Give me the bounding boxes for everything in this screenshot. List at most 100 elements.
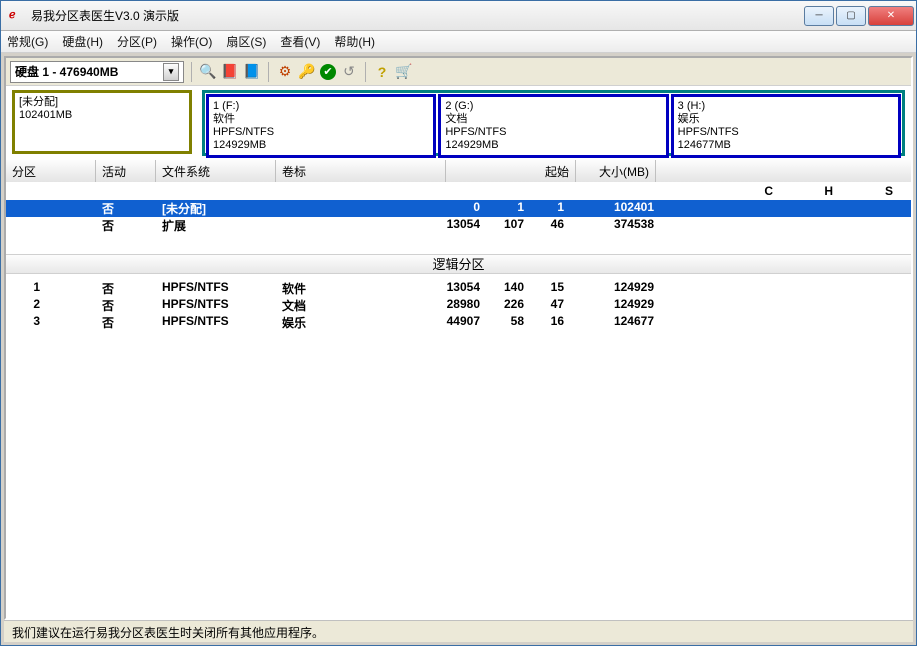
- book-blue-icon[interactable]: 📘: [243, 63, 261, 81]
- minimize-button[interactable]: ─: [804, 6, 834, 26]
- col-active[interactable]: 活动: [96, 160, 156, 182]
- cell-s: 46: [530, 217, 570, 234]
- cell-id: 3: [6, 314, 46, 331]
- part-size: 124677MB: [678, 139, 894, 152]
- col-label[interactable]: 卷标: [276, 160, 446, 182]
- cell-id: [6, 200, 46, 217]
- menubar: 常规(G) 硬盘(H) 分区(P) 操作(O) 扇区(S) 查看(V) 帮助(H…: [1, 31, 916, 53]
- dropdown-icon[interactable]: ▾: [163, 63, 179, 81]
- part-size: 124929MB: [445, 139, 661, 152]
- logical-section-header: 逻辑分区: [6, 254, 911, 274]
- book-red-icon[interactable]: 📕: [221, 63, 239, 81]
- col-start[interactable]: 起始: [446, 160, 576, 182]
- undo-icon[interactable]: ↺: [340, 63, 358, 81]
- part-fs: HPFS/NTFS: [445, 126, 661, 139]
- cell-active: 否: [96, 217, 156, 234]
- status-bar: 我们建议在运行易我分区表医生时关闭所有其他应用程序。: [4, 620, 913, 642]
- window-title: 易我分区表医生V3.0 演示版: [31, 7, 804, 24]
- logical-partition-g[interactable]: 2 (G:) 文档 HPFS/NTFS 124929MB: [438, 94, 668, 158]
- toolbar: 硬盘 1 - 476940MB ▾ 🔍 📕 📘 ⚙ 🔑 ✔ ↺ ? 🛒: [6, 58, 911, 86]
- menu-help[interactable]: 帮助(H): [334, 33, 375, 50]
- partition-unallocated[interactable]: [未分配] 102401MB: [12, 90, 192, 154]
- cell-id: [6, 217, 46, 234]
- cell-drive: [46, 217, 96, 234]
- table-row[interactable]: 2否HPFS/NTFS文档2898022647124929: [6, 297, 911, 314]
- cell-active: 否: [96, 280, 156, 297]
- cell-label: 娱乐: [276, 314, 376, 331]
- chs-h: H: [803, 184, 833, 198]
- part-fs: HPFS/NTFS: [678, 126, 894, 139]
- cell-h: 1: [486, 200, 530, 217]
- cell-s: 15: [530, 280, 570, 297]
- chs-s: S: [863, 184, 893, 198]
- cell-label: [276, 200, 376, 217]
- cell-size: 124929: [570, 297, 660, 314]
- cell-s: 16: [530, 314, 570, 331]
- cell-active: 否: [96, 297, 156, 314]
- chs-c: C: [725, 184, 773, 198]
- maximize-button[interactable]: ▢: [836, 6, 866, 26]
- key-icon[interactable]: 🔑: [298, 63, 316, 81]
- cell-active: 否: [96, 200, 156, 217]
- col-filesystem[interactable]: 文件系统: [156, 160, 276, 182]
- status-text: 我们建议在运行易我分区表医生时关闭所有其他应用程序。: [12, 626, 324, 640]
- table-row[interactable]: 否扩展 1305410746374538: [6, 217, 911, 234]
- separator: [268, 62, 269, 82]
- disk-selector[interactable]: 硬盘 1 - 476940MB ▾: [10, 61, 184, 83]
- app-icon: ℯ: [9, 8, 25, 24]
- part-label: 娱乐: [678, 113, 894, 126]
- table-row[interactable]: 1否HPFS/NTFS软件1305414015124929: [6, 280, 911, 297]
- menu-sector[interactable]: 扇区(S): [226, 33, 266, 50]
- part-id: 3 (H:): [678, 100, 894, 113]
- cell-fs: HPFS/NTFS: [156, 297, 276, 314]
- cell-label: 文档: [276, 297, 376, 314]
- cell-fs: 扩展: [156, 217, 276, 234]
- part-fs: HPFS/NTFS: [213, 126, 429, 139]
- table-row[interactable]: 否[未分配]011102401: [6, 200, 911, 217]
- cell-c: 13054: [376, 280, 486, 297]
- chs-header: C H S: [6, 182, 911, 200]
- cell-size: 124677: [570, 314, 660, 331]
- cell-fs: [未分配]: [156, 200, 276, 217]
- cell-s: 47: [530, 297, 570, 314]
- cell-label: [276, 217, 376, 234]
- menu-disk[interactable]: 硬盘(H): [62, 33, 103, 50]
- part-id: 1 (F:): [213, 100, 429, 113]
- col-partition[interactable]: 分区: [6, 160, 96, 182]
- cell-size: 102401: [570, 200, 660, 217]
- cart-icon[interactable]: 🛒: [395, 63, 413, 81]
- cell-h: 226: [486, 297, 530, 314]
- cell-id: 1: [6, 280, 46, 297]
- extended-partition[interactable]: 1 (F:) 软件 HPFS/NTFS 124929MB 2 (G:) 文档 H…: [202, 90, 905, 156]
- separator: [191, 62, 192, 82]
- cell-drive: [46, 297, 96, 314]
- cell-c: 44907: [376, 314, 486, 331]
- cell-h: 58: [486, 314, 530, 331]
- grid-header: 分区 活动 文件系统 卷标 起始 大小(MB): [6, 160, 911, 182]
- cell-id: 2: [6, 297, 46, 314]
- disk-selector-label: 硬盘 1 - 476940MB: [15, 63, 118, 80]
- cell-h: 107: [486, 217, 530, 234]
- menu-view[interactable]: 查看(V): [280, 33, 320, 50]
- close-button[interactable]: ✕: [868, 6, 914, 26]
- cell-c: 13054: [376, 217, 486, 234]
- check-icon[interactable]: ✔: [320, 64, 336, 80]
- menu-operation[interactable]: 操作(O): [171, 33, 212, 50]
- logical-partition-h[interactable]: 3 (H:) 娱乐 HPFS/NTFS 124677MB: [671, 94, 901, 158]
- table-row[interactable]: 3否HPFS/NTFS娱乐449075816124677: [6, 314, 911, 331]
- part-id: 2 (G:): [445, 100, 661, 113]
- cell-drive: [46, 314, 96, 331]
- help-icon[interactable]: ?: [373, 63, 391, 81]
- part-label: 文档: [445, 113, 661, 126]
- cell-c: 0: [376, 200, 486, 217]
- menu-general[interactable]: 常规(G): [7, 33, 48, 50]
- col-size[interactable]: 大小(MB): [576, 160, 656, 182]
- part-label: 软件: [213, 113, 429, 126]
- logical-partition-f[interactable]: 1 (F:) 软件 HPFS/NTFS 124929MB: [206, 94, 436, 158]
- part-size: 124929MB: [213, 139, 429, 152]
- cell-size: 374538: [570, 217, 660, 234]
- search-icon[interactable]: 🔍: [199, 63, 217, 81]
- menu-partition[interactable]: 分区(P): [117, 33, 157, 50]
- cell-label: 软件: [276, 280, 376, 297]
- gear-icon[interactable]: ⚙: [276, 63, 294, 81]
